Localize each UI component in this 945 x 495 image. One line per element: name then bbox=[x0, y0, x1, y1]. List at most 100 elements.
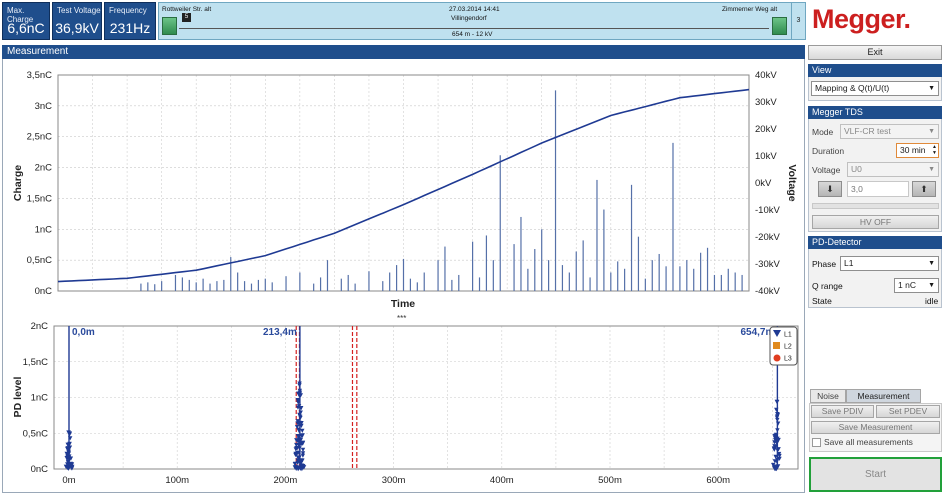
duration-label: Duration bbox=[812, 146, 845, 156]
charge-tick-label: 0,5nC bbox=[27, 255, 52, 266]
phase-value: L1 bbox=[844, 258, 854, 268]
charge-tick-label: 3nC bbox=[35, 101, 53, 112]
charge-axis-label: Charge bbox=[12, 165, 24, 201]
charge-tick-label: 1,5nC bbox=[27, 193, 52, 204]
save-measurement-button[interactable]: Save Measurement bbox=[811, 421, 940, 434]
chevron-down-icon: ▼ bbox=[928, 282, 935, 289]
save-all-label: Save all measurements bbox=[824, 437, 913, 447]
voltage-tick-label: 40kV bbox=[755, 70, 777, 81]
voltage-progress-bar bbox=[812, 203, 939, 209]
cursor-label: 654,7m bbox=[740, 327, 774, 338]
distance-tick-label: 0m bbox=[62, 475, 75, 486]
state-value: idle bbox=[925, 296, 939, 306]
set-pdev-button[interactable]: Set PDEV bbox=[876, 405, 940, 418]
voltage-tick-label: -40kV bbox=[755, 286, 780, 297]
distance-tick-label: 200m bbox=[274, 475, 298, 486]
voltage-tick-label: -30kV bbox=[755, 259, 780, 270]
voltage-tick-label: 10kV bbox=[755, 151, 777, 162]
charge-tick-label: 3,5nC bbox=[27, 70, 52, 81]
state-label: State bbox=[812, 296, 832, 306]
pd-event-point bbox=[775, 421, 781, 426]
charge-voltage-chart: 0nC 0,5nC 1nC 1,5nC 2nC 2,5nC 3nC 3,5nC -40kV -30… bbox=[12, 70, 798, 310]
distance-tick-label: 100m bbox=[165, 475, 189, 486]
arrow-down-icon: ⬇ bbox=[826, 184, 834, 194]
legend-label: L3 bbox=[784, 356, 792, 363]
voltage-down-button[interactable]: ⬇ bbox=[818, 181, 842, 197]
exit-button[interactable]: Exit bbox=[808, 45, 942, 60]
view-panel: Mapping & Q(t)/U(t) ▼ bbox=[808, 77, 942, 101]
tds-panel: Mode VLF-CR test ▼ Duration 30 min ▲ ▼ Vo… bbox=[808, 119, 942, 232]
q-range-value: 1 nC bbox=[898, 280, 916, 290]
chevron-down-icon: ▼ bbox=[928, 128, 935, 135]
pd-event-point bbox=[300, 428, 305, 433]
pd-level-tick-label: 2nC bbox=[31, 321, 49, 332]
distance-tick-label: 400m bbox=[490, 475, 514, 486]
distance-tick-label: 500m bbox=[598, 475, 622, 486]
view-select-value: Mapping & Q(t)/U(t) bbox=[815, 83, 890, 93]
save-all-checkbox[interactable] bbox=[812, 438, 821, 447]
pd-detector-panel: Phase L1 ▼ Q range 1 nC ▼ State idle bbox=[808, 249, 942, 308]
phase-legend: L1 L2 L3 bbox=[769, 326, 798, 366]
cursor-label: 0,0m bbox=[72, 327, 95, 338]
voltage-label: Voltage bbox=[812, 165, 841, 175]
mode-value: VLF-CR test bbox=[844, 126, 891, 136]
charge-tick-label: 2nC bbox=[35, 163, 53, 174]
phase-label: Phase bbox=[812, 259, 837, 269]
chevron-down-icon: ▼ bbox=[928, 85, 935, 92]
voltage-reading-field[interactable]: 3,0 bbox=[847, 181, 909, 197]
pd-level-tick-label: 1,5nC bbox=[23, 357, 48, 368]
pd-event-point bbox=[775, 448, 780, 453]
voltage-tick-label: 0kV bbox=[755, 178, 772, 189]
q-range-select[interactable]: 1 nC ▼ bbox=[894, 278, 939, 293]
view-header: View bbox=[808, 64, 942, 77]
tds-header: Megger TDS bbox=[808, 106, 942, 119]
voltage-select[interactable]: U0 ▼ bbox=[847, 162, 939, 177]
charge-tick-label: 2,5nC bbox=[27, 132, 52, 143]
voltage-tick-label: -10kV bbox=[755, 205, 780, 216]
pd-level-tick-label: 0,5nC bbox=[23, 428, 48, 439]
legend-marker-l2 bbox=[773, 342, 780, 349]
view-select[interactable]: Mapping & Q(t)/U(t) ▼ bbox=[811, 81, 939, 96]
legend-marker-l3 bbox=[773, 354, 781, 362]
hv-off-button[interactable]: HV OFF bbox=[812, 215, 939, 229]
mode-select[interactable]: VLF-CR test ▼ bbox=[840, 124, 939, 139]
chevron-down-icon: ▼ bbox=[928, 260, 935, 267]
pd-event-point bbox=[775, 399, 780, 405]
measurement-charts: 0nC 0,5nC 1nC 1,5nC 2nC 2,5nC 3nC 3,5nC -40kV -30… bbox=[12, 70, 799, 486]
arrow-up-icon: ⬆ bbox=[920, 184, 928, 194]
charge-tick-label: 0nC bbox=[35, 286, 53, 297]
tab-noise[interactable]: Noise bbox=[810, 389, 846, 403]
pd-detector-header: PD-Detector bbox=[808, 236, 942, 249]
voltage-tick-label: 30kV bbox=[755, 97, 777, 108]
voltage-value: U0 bbox=[851, 164, 862, 174]
q-range-label: Q range bbox=[812, 281, 843, 291]
distance-tick-label: 600m bbox=[706, 475, 730, 486]
save-pdiv-button[interactable]: Save PDIV bbox=[811, 405, 874, 418]
legend-label: L2 bbox=[784, 344, 792, 351]
pd-event-point bbox=[297, 383, 302, 388]
chart-separator: *** bbox=[397, 314, 407, 323]
charge-tick-label: 1nC bbox=[35, 224, 53, 235]
duration-value: 30 min bbox=[900, 145, 926, 155]
legend-label: L1 bbox=[784, 332, 792, 339]
tab-measurement[interactable]: Measurement bbox=[846, 389, 921, 403]
voltage-up-button[interactable]: ⬆ bbox=[912, 181, 936, 197]
pd-event-point bbox=[67, 432, 72, 437]
mode-label: Mode bbox=[812, 127, 834, 137]
duration-stepper[interactable]: 30 min ▲ ▼ bbox=[896, 143, 939, 158]
pd-level-tick-label: 0nC bbox=[31, 464, 49, 475]
voltage-tick-label: -20kV bbox=[755, 232, 780, 243]
pd-level-tick-label: 1nC bbox=[31, 393, 49, 404]
stepper-arrows-icon: ▲ ▼ bbox=[932, 144, 937, 156]
pd-event-point bbox=[775, 428, 780, 433]
phase-select[interactable]: L1 ▼ bbox=[840, 256, 939, 271]
cursor-label: 213,4m bbox=[263, 327, 297, 338]
time-axis-label: Time bbox=[391, 298, 415, 310]
start-button[interactable]: Start bbox=[809, 457, 942, 492]
pd-level-axis-label: PD level bbox=[12, 376, 24, 417]
chevron-down-icon: ▼ bbox=[928, 166, 935, 173]
voltage-tick-label: 20kV bbox=[755, 124, 777, 135]
distance-tick-label: 300m bbox=[382, 475, 406, 486]
voltage-axis-label: Voltage bbox=[786, 164, 798, 201]
pd-mapping-chart: 0nC 0,5nC 1nC 1,5nC 2nC 0m 100m 200m 300m 400m 500… bbox=[12, 321, 799, 486]
